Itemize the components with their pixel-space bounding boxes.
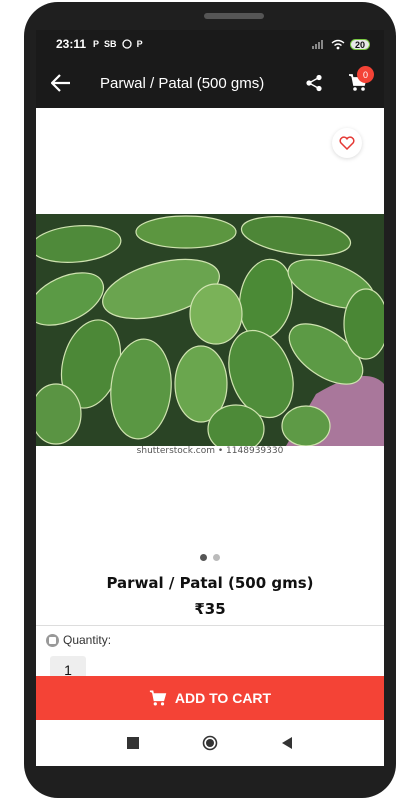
page-title: Parwal / Patal (500 gms) xyxy=(100,74,265,92)
notification-icon: P xyxy=(93,39,100,49)
home-icon[interactable] xyxy=(202,735,218,751)
recents-icon[interactable] xyxy=(127,737,140,749)
arrow-left-icon xyxy=(51,74,70,92)
battery-indicator: 20 xyxy=(349,38,370,50)
notification-icon: SB xyxy=(104,39,117,49)
status-bar: 23:11 P SB P 20 xyxy=(36,30,384,58)
signal-icon xyxy=(311,40,323,49)
status-right: 20 xyxy=(311,38,370,50)
divider xyxy=(36,625,384,626)
app-bar: Parwal / Patal (500 gms) 0 xyxy=(36,58,384,108)
product-photo xyxy=(36,214,384,446)
product-name: Parwal / Patal (500 gms) xyxy=(106,574,314,592)
product-image[interactable] xyxy=(36,214,384,446)
add-to-cart-button[interactable]: ADD TO CART xyxy=(36,676,384,720)
heart-icon xyxy=(339,136,355,150)
back-nav-icon[interactable] xyxy=(281,737,293,749)
product-price: ₹35 xyxy=(194,600,226,618)
notification-icons: P SB P xyxy=(93,39,143,49)
share-button[interactable] xyxy=(296,58,332,108)
status-time: 23:11 xyxy=(56,37,87,51)
quantity-label: Quantity: xyxy=(63,633,112,647)
screen: 23:11 P SB P 20 Parwal / Patal (500 gms)… xyxy=(36,30,384,766)
quantity-icon xyxy=(46,633,59,647)
wishlist-button[interactable] xyxy=(332,128,362,158)
pager-dot[interactable] xyxy=(213,554,220,561)
system-nav-bar xyxy=(36,720,384,766)
notification-icon: P xyxy=(136,39,143,49)
wifi-icon xyxy=(331,39,345,49)
whatsapp-icon xyxy=(121,39,132,49)
quantity-label-row: Quantity: xyxy=(46,633,111,647)
pager-dot-active[interactable] xyxy=(200,554,207,561)
cart-count-badge: 0 xyxy=(357,66,374,83)
image-pager[interactable] xyxy=(36,554,384,561)
back-button[interactable] xyxy=(36,58,86,108)
cart-button[interactable]: 0 xyxy=(332,58,384,108)
cart-add-icon xyxy=(149,689,167,706)
add-to-cart-label: ADD TO CART xyxy=(174,690,272,706)
share-icon xyxy=(306,74,322,92)
speaker-grille xyxy=(204,13,264,19)
image-watermark: shutterstock.com • 1148939330 xyxy=(136,446,284,456)
product-detail: shutterstock.com • 1148939330 Parwal / P… xyxy=(36,108,384,684)
